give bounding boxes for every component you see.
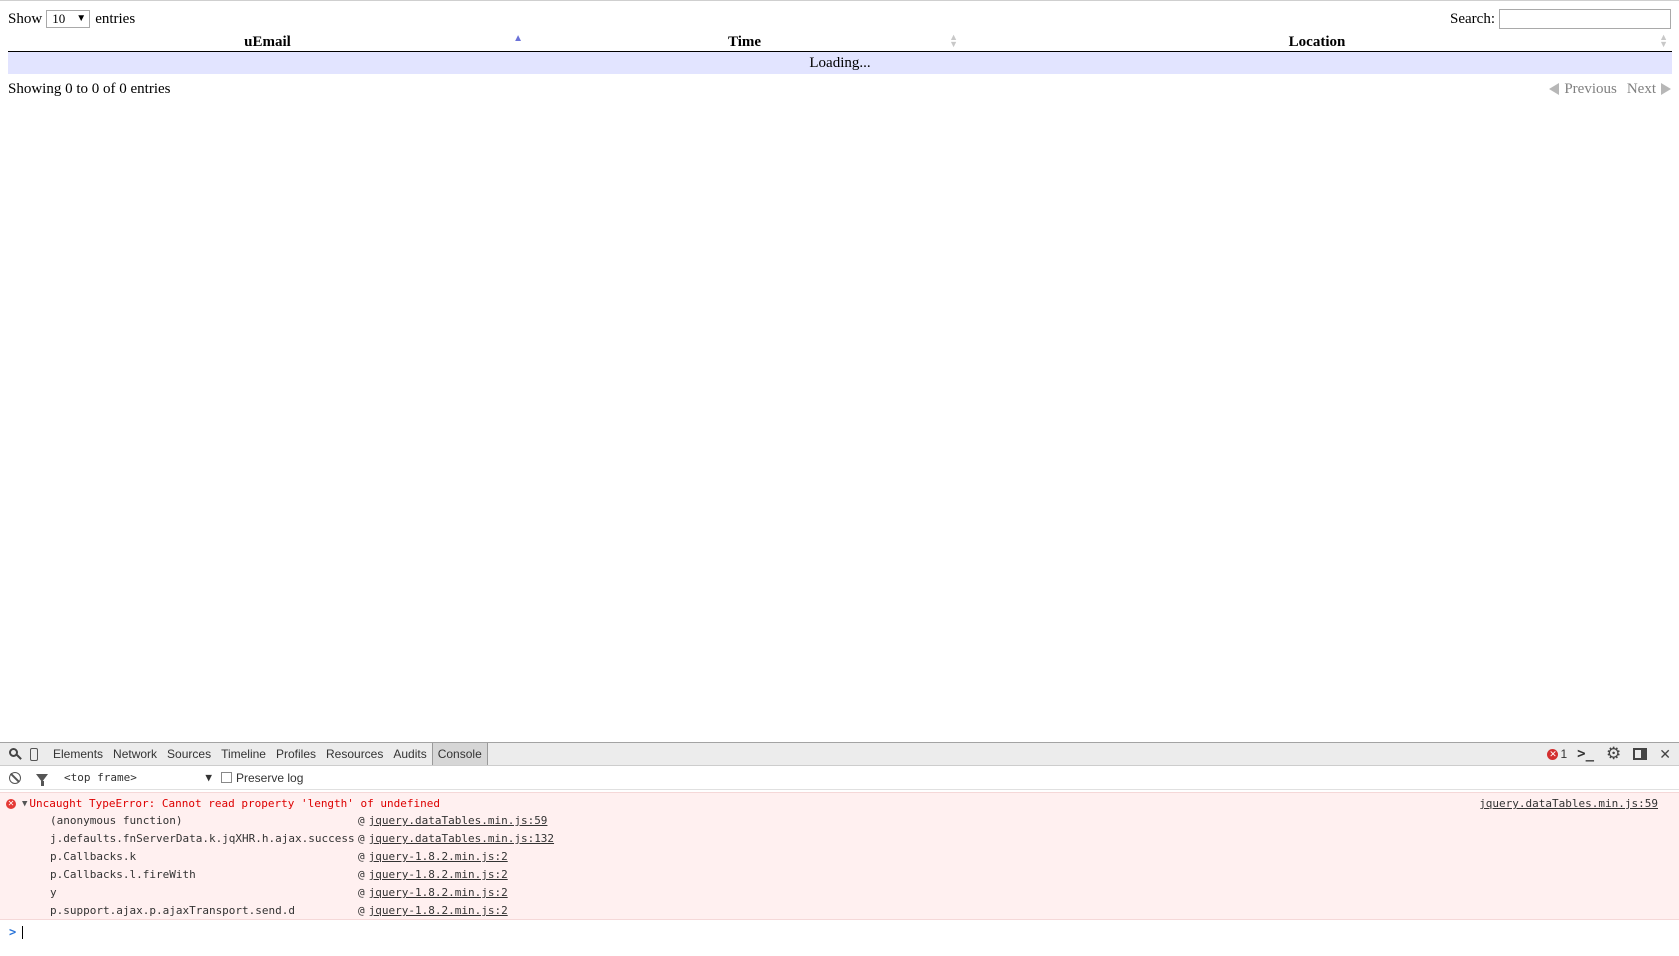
stack-function: y <box>50 886 57 899</box>
frame-selector-value: <top frame> <box>64 771 137 784</box>
previous-button[interactable]: Previous <box>1549 79 1617 99</box>
error-icon: ✕ <box>6 798 16 809</box>
stack-trace: (anonymous function) @ jquery.dataTables… <box>50 814 554 922</box>
stack-frame: (anonymous function) @ jquery.dataTables… <box>50 814 554 832</box>
error-source-link[interactable]: jquery.dataTables.min.js:59 <box>1479 797 1658 810</box>
tab-elements[interactable]: Elements <box>48 743 108 765</box>
dock-icon[interactable] <box>1633 748 1648 760</box>
previous-label: Previous <box>1564 81 1617 97</box>
stack-location-link[interactable]: jquery.dataTables.min.js:132 <box>369 832 554 850</box>
tab-audits[interactable]: Audits <box>388 743 431 765</box>
stack-frame: p.Callbacks.k @ jquery-1.8.2.min.js:2 <box>50 850 554 868</box>
search-label: Search: <box>1450 11 1495 27</box>
stack-function: p.support.ajax.p.ajaxTransport.send.d <box>50 904 296 917</box>
stack-frame: p.support.ajax.p.ajaxTransport.send.d @ … <box>50 904 554 922</box>
tab-resources[interactable]: Resources <box>321 743 388 765</box>
sort-both-icon: ▲ ▼ <box>1659 32 1668 49</box>
column-header-label: uEmail <box>244 33 291 50</box>
column-header-location[interactable]: Location ▲ ▼ <box>962 33 1672 52</box>
preserve-log: Preserve log <box>221 771 303 785</box>
stack-location-link[interactable]: jquery-1.8.2.min.js:2 <box>369 904 508 922</box>
toolbar-right-controls: ✕ 1 >_ ⚙ ✕ <box>1547 743 1679 765</box>
stack-location-link[interactable]: jquery-1.8.2.min.js:2 <box>369 850 508 868</box>
filter-icon[interactable] <box>36 773 48 786</box>
data-table: uEmail ▲ Time ▲ ▼ Location ▲ ▼ Loading... <box>8 33 1672 74</box>
sort-both-icon: ▲ ▼ <box>949 32 958 49</box>
loading-cell: Loading... <box>8 51 1672 74</box>
search-control: Search: <box>1450 9 1671 29</box>
error-text: Uncaught TypeError: Cannot read property… <box>29 797 441 810</box>
expand-triangle-icon[interactable]: ▼ <box>22 799 27 809</box>
clear-console-icon[interactable] <box>9 771 21 784</box>
stack-location-link[interactable]: jquery.dataTables.min.js:59 <box>369 814 548 832</box>
next-button[interactable]: Next <box>1627 79 1671 99</box>
error-count: 1 <box>1560 747 1568 761</box>
devtools-toolbar: Elements Network Sources Timeline Profil… <box>0 742 1679 766</box>
devtools-tabs: Elements Network Sources Timeline Profil… <box>48 743 488 765</box>
gear-icon[interactable]: ⚙ <box>1606 744 1621 764</box>
stack-location-link[interactable]: jquery-1.8.2.min.js:2 <box>369 886 508 904</box>
error-count-badge[interactable]: ✕ 1 <box>1547 747 1567 761</box>
drawer-icon[interactable]: >_ <box>1577 746 1594 762</box>
at-symbol: @ <box>358 832 365 845</box>
error-header: ✕ ▼ Uncaught TypeError: Cannot read prop… <box>6 797 440 810</box>
preserve-log-checkbox[interactable] <box>221 772 232 783</box>
pagination: Previous Next <box>1549 79 1671 99</box>
error-icon: ✕ <box>1547 748 1559 760</box>
console-error-message: ✕ ▼ Uncaught TypeError: Cannot read prop… <box>0 792 1679 920</box>
preserve-log-label: Preserve log <box>236 770 304 785</box>
entries-per-page-select[interactable]: 10 ▼ <box>46 10 91 28</box>
arrow-right-icon <box>1661 83 1671 95</box>
chevron-down-icon: ▼ <box>205 771 212 784</box>
tab-sources[interactable]: Sources <box>162 743 216 765</box>
at-symbol: @ <box>358 904 365 917</box>
text-cursor <box>22 925 24 939</box>
table-info: Showing 0 to 0 of 0 entries <box>8 81 171 97</box>
stack-function: p.Callbacks.l.fireWith <box>50 868 196 881</box>
close-icon[interactable]: ✕ <box>1659 746 1671 763</box>
stack-frame: y @ jquery-1.8.2.min.js:2 <box>50 886 554 904</box>
window-top-border <box>0 0 1679 1</box>
stack-function: p.Callbacks.k <box>50 850 137 863</box>
console-prompt[interactable]: > <box>0 922 1679 942</box>
search-icon[interactable] <box>9 748 18 757</box>
stack-frame: j.defaults.fnServerData.k.jqXHR.h.ajax.s… <box>50 832 554 850</box>
next-label: Next <box>1626 81 1656 97</box>
frame-selector[interactable]: <top frame> ▼ <box>64 771 212 784</box>
prompt-chevron-icon: > <box>9 925 17 939</box>
entries-per-page-value: 10 <box>52 11 66 26</box>
chevron-down-icon: ▼ <box>76 13 87 24</box>
at-symbol: @ <box>358 850 365 863</box>
stack-function: (anonymous function) <box>50 814 183 827</box>
devtools-panel: Elements Network Sources Timeline Profil… <box>0 742 1679 956</box>
device-mode-icon[interactable] <box>30 747 38 761</box>
search-input[interactable] <box>1499 9 1671 29</box>
column-header-label: Location <box>1288 33 1346 50</box>
stack-frame: p.Callbacks.l.fireWith @ jquery-1.8.2.mi… <box>50 868 554 886</box>
tab-profiles[interactable]: Profiles <box>271 743 321 765</box>
tab-timeline[interactable]: Timeline <box>216 743 271 765</box>
tab-console[interactable]: Console <box>431 743 488 765</box>
sort-ascending-icon: ▲ <box>513 33 523 44</box>
entries-label: entries <box>95 11 136 27</box>
at-symbol: @ <box>358 868 365 881</box>
column-header-label: Time <box>727 33 762 50</box>
stack-location-link[interactable]: jquery-1.8.2.min.js:2 <box>369 868 508 886</box>
table-row: Loading... <box>8 51 1672 74</box>
column-header-time[interactable]: Time ▲ ▼ <box>527 33 962 52</box>
at-symbol: @ <box>358 814 365 827</box>
tab-network[interactable]: Network <box>108 743 162 765</box>
arrow-left-icon <box>1549 83 1560 95</box>
console-filter-bar: <top frame> ▼ Preserve log <box>0 766 1679 790</box>
at-symbol: @ <box>358 886 365 899</box>
length-control: Show 10 ▼ entries <box>8 9 135 29</box>
column-header-uemail[interactable]: uEmail ▲ <box>8 33 527 52</box>
stack-function: j.defaults.fnServerData.k.jqXHR.h.ajax.s… <box>50 832 355 845</box>
show-label: Show <box>8 11 43 27</box>
